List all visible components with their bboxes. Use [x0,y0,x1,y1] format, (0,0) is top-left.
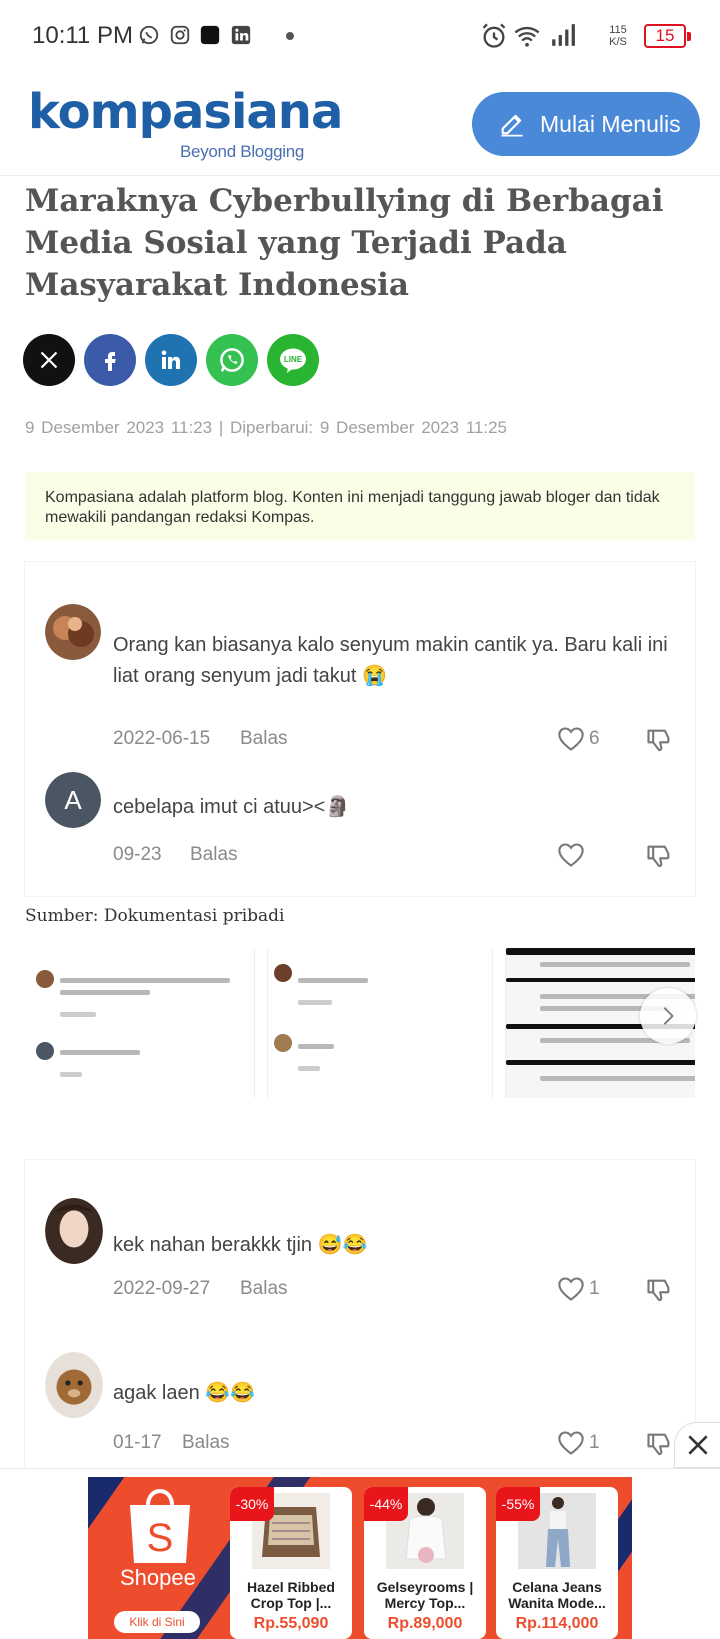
shopee-cta-button[interactable]: Klik di Sini [114,1611,200,1633]
comment-reply: Balas [190,844,238,865]
heart-icon [558,1431,584,1455]
line-icon-label: LINE [284,355,303,364]
line-icon: LINE [280,348,306,373]
image-thumbnail-gallery [30,948,695,1098]
ad-product-card[interactable]: -30% Hazel Ribbed Crop Top |... Rp.55,09… [230,1487,352,1639]
dislike-icon [647,1279,670,1302]
ad-product-card[interactable]: -44% Gelseyrooms | Mercy Top... Rp.89,00… [364,1487,486,1639]
product-discount-badge: -30% [230,1487,274,1521]
article-image-comments-1[interactable]: Orang kan biasanya kalo senyum makin can… [25,562,695,896]
comment-likes: 1 [589,1432,600,1453]
product-price: Rp.55,090 [253,1615,329,1632]
article-image-comments-2[interactable]: kek nahan berakkk tjin 😅😂 2022-09-27 Bal… [25,1160,695,1470]
gallery-thumbnail-2[interactable] [268,948,492,1098]
share-line-button[interactable]: LINE [267,334,319,386]
close-icon [687,1435,708,1455]
x-icon [40,351,58,369]
share-linkedin-button[interactable] [145,334,197,386]
pencil-icon [501,114,523,137]
product-name: Gelseyrooms | Mercy Top... [376,1579,474,1611]
article-title: Maraknya Cyberbullying di Berbagai Media… [25,183,664,303]
comment-date: 01-17 [113,1432,162,1453]
product-discount-badge: -44% [364,1487,408,1521]
image-caption: Sumber: Dokumentasi pribadi [25,906,285,926]
commenter-avatar [45,604,101,660]
instagram-notification-icon [170,25,190,45]
facebook-icon [105,352,116,371]
status-time: 10:11 PM [32,22,133,49]
commenter-avatar [45,1198,103,1264]
comment-reply: Balas [182,1432,230,1453]
whatsapp-icon [220,348,244,372]
disclaimer-notice: Kompasiana adalah platform blog. Konten … [25,472,695,540]
dislike-icon [647,845,670,868]
whatsapp-notification-icon [139,25,159,45]
product-discount-badge: -55% [496,1487,540,1521]
avatar-initial: A [64,785,82,815]
commenter-avatar [45,1352,103,1418]
linkedin-notification-icon [231,25,251,45]
comment-text: Orang kan biasanya kalo senyum makin can… [113,634,668,687]
linkedin-icon [161,350,180,369]
gallery-thumbnail-1[interactable] [30,948,254,1098]
comment-date: 09-23 [113,844,162,865]
comment-date: 2022-06-15 [113,728,211,749]
ad-close-button[interactable] [674,1422,720,1468]
shopee-brand-label: Shopee [120,1565,196,1590]
comment-text: agak laen 😂😂 [113,1382,256,1404]
signal-icon [552,24,575,46]
heart-icon [558,1277,584,1301]
site-header: kompasiana Beyond Blogging Mulai Menulis [0,72,720,176]
chevron-right-icon [663,1007,674,1025]
product-price: Rp.114,000 [515,1615,599,1632]
more-notifications-dot [286,32,294,40]
kompasiana-logo[interactable]: kompasiana Beyond Blogging [28,84,343,161]
share-facebook-button[interactable] [84,334,136,386]
network-speed: 115 K/S [609,24,627,48]
app-notification-icon [200,25,220,45]
dislike-icon [647,729,670,752]
start-writing-button[interactable]: Mulai Menulis [472,92,700,156]
product-price: Rp.89,000 [387,1615,463,1632]
ad-product-card[interactable]: -55% Celana Jeans Wanita Mode... Rp.114,… [496,1487,618,1639]
gallery-next-button[interactable] [640,988,696,1044]
alarm-icon [482,23,506,48]
comment-reply: Balas [240,728,288,749]
shopee-bag-icon: S [130,1488,190,1563]
comment-text: kek nahan berakkk tjin 😅😂 [113,1234,368,1256]
share-whatsapp-button[interactable] [206,334,258,386]
share-x-button[interactable] [23,334,75,386]
svg-text:S: S [147,1516,174,1560]
dislike-icon [647,1433,670,1456]
status-bar: 10:11 PM 115 K/S 15 [0,0,720,72]
start-writing-label: Mulai Menulis [540,110,681,137]
heart-icon [558,727,584,751]
battery-indicator: 15 [644,24,691,48]
share-bar: LINE [23,334,328,386]
wifi-icon [514,26,540,47]
logo-wordmark: kompasiana [28,84,343,140]
product-name: Celana Jeans Wanita Mode... [508,1579,606,1611]
product-name: Hazel Ribbed Crop Top |... [247,1579,335,1611]
comment-likes: 6 [589,728,600,749]
comment-reply: Balas [240,1278,288,1299]
comment-date: 2022-09-27 [113,1278,211,1299]
comment-text: cebelapa imut ci atuu><🗿 [113,796,351,818]
article-meta: 9 Desember 2023 11:23 | Diperbarui: 9 De… [25,418,508,437]
commenter-avatar: A [45,772,101,828]
shopee-ad-banner[interactable]: S Shopee Klik di Sini -30% Hazel Ribbed … [88,1477,632,1639]
comment-likes: 1 [589,1278,600,1299]
logo-tagline: Beyond Blogging [180,142,305,161]
heart-icon [558,843,584,867]
